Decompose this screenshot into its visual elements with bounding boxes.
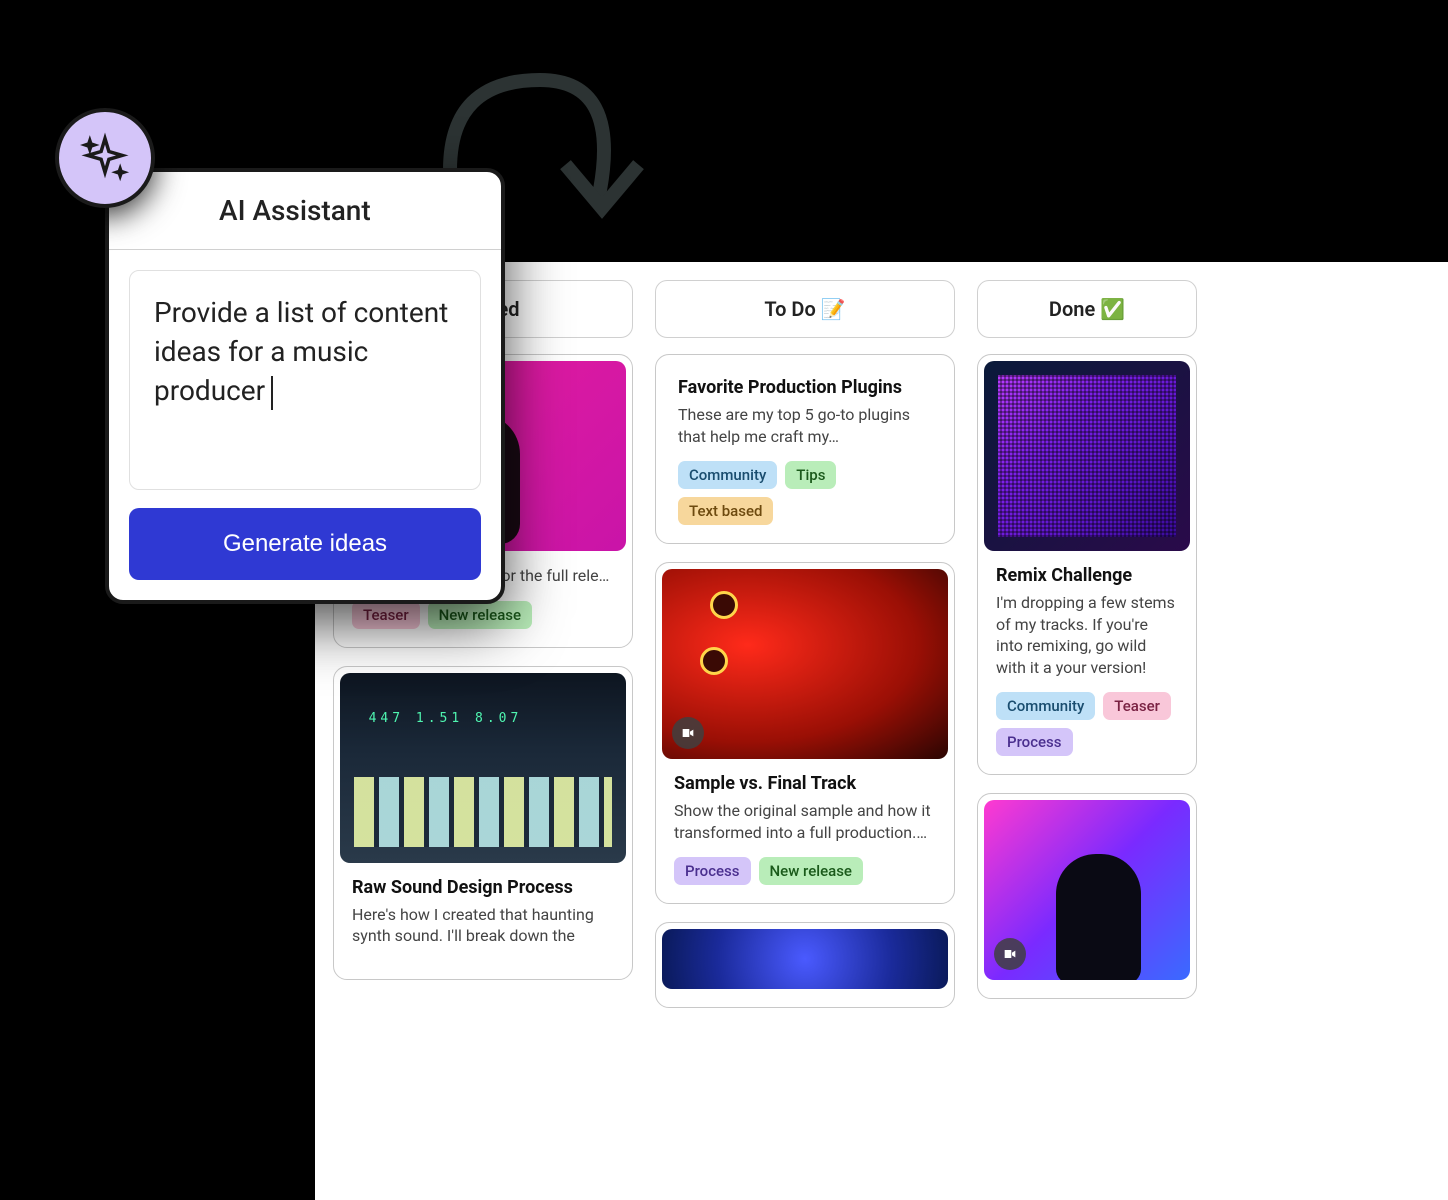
- text-cursor: [271, 376, 273, 410]
- tag-community[interactable]: Community: [678, 461, 777, 489]
- card-image: [984, 361, 1190, 551]
- column-done: Done ✅ Remix Challenge I'm dropping a fe…: [977, 280, 1197, 1200]
- tag-teaser[interactable]: Teaser: [352, 601, 420, 629]
- card[interactable]: [655, 922, 955, 1008]
- video-icon: [994, 938, 1026, 970]
- tag-process[interactable]: Process: [996, 728, 1073, 756]
- card-title: Favorite Production Plugins: [678, 377, 932, 398]
- tag-new-release[interactable]: New release: [428, 601, 532, 629]
- tag-new-release[interactable]: New release: [759, 857, 863, 885]
- generate-ideas-button[interactable]: Generate ideas: [129, 508, 481, 580]
- ai-prompt-input[interactable]: Provide a list of content ideas for a mu…: [129, 270, 481, 490]
- column-todo: To Do 📝 Favorite Production Plugins Thes…: [655, 280, 955, 1200]
- column-header[interactable]: To Do 📝: [655, 280, 955, 338]
- card-desc: Show the original sample and how it tran…: [674, 800, 936, 843]
- card-desc: Here's how I created that haunting synth…: [352, 904, 614, 947]
- column-header[interactable]: Done ✅: [977, 280, 1197, 338]
- card-title: Sample vs. Final Track: [674, 773, 936, 794]
- sparkle-icon: [55, 108, 155, 208]
- tag-teaser[interactable]: Teaser: [1103, 692, 1171, 720]
- tag-tips[interactable]: Tips: [785, 461, 836, 489]
- card-image: [340, 673, 626, 863]
- ai-prompt-text: Provide a list of content ideas for a mu…: [154, 296, 448, 407]
- ai-panel-title: AI Assistant: [109, 172, 501, 250]
- tag-process[interactable]: Process: [674, 857, 751, 885]
- card[interactable]: Favorite Production Plugins These are my…: [655, 354, 955, 544]
- video-icon: [672, 717, 704, 749]
- card[interactable]: Sample vs. Final Track Show the original…: [655, 562, 955, 904]
- card-image: [662, 929, 948, 989]
- card-image: [984, 800, 1190, 980]
- card[interactable]: Raw Sound Design Process Here's how I cr…: [333, 666, 633, 980]
- card-desc: I'm dropping a few stems of my tracks. I…: [996, 592, 1178, 678]
- tag-text-based[interactable]: Text based: [678, 497, 773, 525]
- card-title: Remix Challenge: [996, 565, 1178, 586]
- card-title: Raw Sound Design Process: [352, 877, 614, 898]
- card-desc: These are my top 5 go-to plugins that he…: [678, 404, 932, 447]
- tag-community[interactable]: Community: [996, 692, 1095, 720]
- card[interactable]: Remix Challenge I'm dropping a few stems…: [977, 354, 1197, 775]
- card[interactable]: [977, 793, 1197, 999]
- card-image: [662, 569, 948, 759]
